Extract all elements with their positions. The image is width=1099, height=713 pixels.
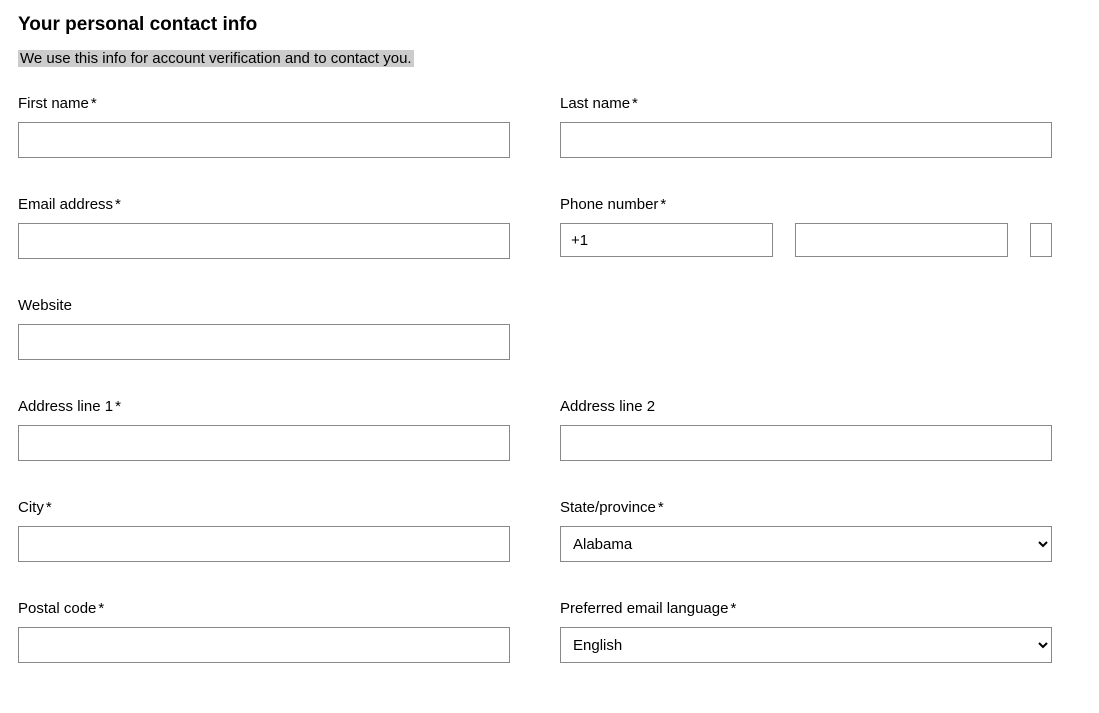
city-label: City* bbox=[18, 499, 510, 516]
required-indicator: * bbox=[91, 95, 97, 112]
phone-number-input[interactable] bbox=[1030, 223, 1052, 257]
website-label: Website bbox=[18, 297, 510, 314]
last-name-label: Last name* bbox=[560, 95, 1052, 112]
state-field: State/province* Alabama bbox=[560, 499, 1052, 562]
website-field: Website bbox=[18, 297, 510, 360]
required-indicator: * bbox=[46, 499, 52, 516]
first-name-label-text: First name bbox=[18, 95, 89, 112]
required-indicator: * bbox=[632, 95, 638, 112]
page-subtitle: We use this info for account verificatio… bbox=[18, 50, 414, 67]
last-name-field: Last name* bbox=[560, 95, 1052, 158]
city-input[interactable] bbox=[18, 526, 510, 562]
lang-field: Preferred email language* English bbox=[560, 600, 1052, 663]
required-indicator: * bbox=[115, 196, 121, 213]
email-input[interactable] bbox=[18, 223, 510, 259]
city-label-text: City bbox=[18, 499, 44, 516]
required-indicator: * bbox=[115, 398, 121, 415]
postal-input[interactable] bbox=[18, 627, 510, 663]
address2-input[interactable] bbox=[560, 425, 1052, 461]
required-indicator: * bbox=[660, 196, 666, 213]
phone-input-row bbox=[560, 223, 1052, 257]
phone-label: Phone number* bbox=[560, 196, 1052, 213]
last-name-input[interactable] bbox=[560, 122, 1052, 158]
phone-area-input[interactable] bbox=[795, 223, 1008, 257]
email-field: Email address* bbox=[18, 196, 510, 259]
first-name-input[interactable] bbox=[18, 122, 510, 158]
address1-label-text: Address line 1 bbox=[18, 398, 113, 415]
address2-field: Address line 2 bbox=[560, 398, 1052, 461]
form-grid: First name* Last name* Email address* Ph… bbox=[18, 95, 1078, 663]
postal-label-text: Postal code bbox=[18, 600, 96, 617]
email-label: Email address* bbox=[18, 196, 510, 213]
lang-label: Preferred email language* bbox=[560, 600, 1052, 617]
required-indicator: * bbox=[730, 600, 736, 617]
phone-field: Phone number* bbox=[560, 196, 1052, 259]
state-select[interactable]: Alabama bbox=[560, 526, 1052, 562]
website-label-text: Website bbox=[18, 297, 72, 314]
last-name-label-text: Last name bbox=[560, 95, 630, 112]
state-label-text: State/province bbox=[560, 499, 656, 516]
address2-label: Address line 2 bbox=[560, 398, 1052, 415]
postal-field: Postal code* bbox=[18, 600, 510, 663]
email-label-text: Email address bbox=[18, 196, 113, 213]
required-indicator: * bbox=[658, 499, 664, 516]
phone-label-text: Phone number bbox=[560, 196, 658, 213]
address1-label: Address line 1* bbox=[18, 398, 510, 415]
first-name-label: First name* bbox=[18, 95, 510, 112]
phone-country-code-input[interactable] bbox=[560, 223, 773, 257]
address2-label-text: Address line 2 bbox=[560, 398, 655, 415]
city-field: City* bbox=[18, 499, 510, 562]
address1-input[interactable] bbox=[18, 425, 510, 461]
address1-field: Address line 1* bbox=[18, 398, 510, 461]
state-label: State/province* bbox=[560, 499, 1052, 516]
lang-label-text: Preferred email language bbox=[560, 600, 728, 617]
website-input[interactable] bbox=[18, 324, 510, 360]
page-title: Your personal contact info bbox=[18, 14, 1081, 36]
required-indicator: * bbox=[98, 600, 104, 617]
postal-label: Postal code* bbox=[18, 600, 510, 617]
first-name-field: First name* bbox=[18, 95, 510, 158]
lang-select[interactable]: English bbox=[560, 627, 1052, 663]
